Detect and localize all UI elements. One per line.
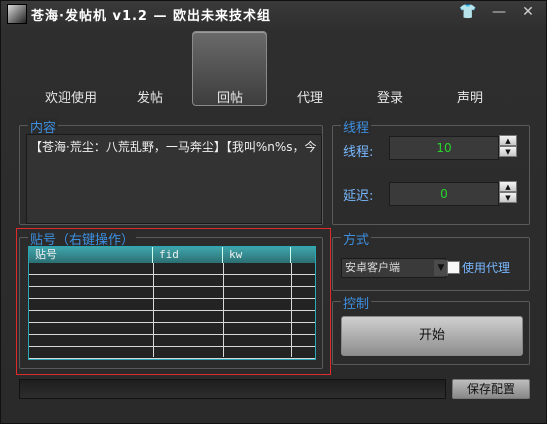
- content-textarea[interactable]: 【苍海·荒尘：八荒乱野，一马奔尘】【我叫%n%s，今: [26, 134, 322, 224]
- table-row[interactable]: [29, 263, 315, 275]
- column-fid[interactable]: fid: [153, 247, 223, 263]
- close-button[interactable]: ✕: [517, 3, 539, 21]
- minimize-button[interactable]: —: [488, 3, 510, 21]
- main-window: 苍海·发帖机 v1.2 — 欧出未来技术组 👕 — ✕ 欢迎使用 发帖 回帖 代…: [0, 0, 547, 424]
- nav-item-welcome[interactable]: 欢迎使用: [45, 87, 97, 106]
- table-row[interactable]: [29, 299, 315, 311]
- thread-count-stepper[interactable]: ▲ ▼: [499, 135, 517, 159]
- thread-up-icon[interactable]: ▲: [499, 135, 517, 146]
- content-group: 内容 【苍海·荒尘：八荒乱野，一马奔尘】【我叫%n%s，今: [19, 117, 323, 225]
- control-group: 控制 开始: [332, 293, 530, 365]
- control-group-label: 控制: [341, 293, 372, 312]
- use-proxy-checkbox[interactable]: [447, 261, 460, 274]
- nav-item-proxy[interactable]: 代理: [297, 87, 323, 106]
- start-button[interactable]: 开始: [341, 316, 523, 356]
- account-table-header: 贴号 fid kw: [29, 247, 315, 263]
- table-row[interactable]: [29, 335, 315, 347]
- table-row[interactable]: [29, 287, 315, 299]
- nav-item-reply[interactable]: 回帖: [217, 87, 243, 106]
- delay-label: 延迟:: [343, 189, 374, 204]
- nav-item-statement[interactable]: 声明: [457, 87, 483, 106]
- mode-group: 方式 安卓客户端 ▼ 使用代理: [332, 229, 530, 291]
- account-table[interactable]: 贴号 fid kw: [28, 246, 316, 360]
- title-bar: 苍海·发帖机 v1.2 — 欧出未来技术组 👕 — ✕: [1, 1, 546, 27]
- save-config-button[interactable]: 保存配置: [452, 379, 530, 399]
- column-divider: [153, 263, 154, 357]
- column-account[interactable]: 贴号: [29, 247, 153, 263]
- use-proxy-label[interactable]: 使用代理: [462, 259, 510, 276]
- skin-icon[interactable]: 👕: [457, 3, 479, 21]
- app-logo-icon: [7, 4, 27, 24]
- chevron-down-icon[interactable]: ▼: [434, 260, 448, 276]
- column-extra[interactable]: [291, 247, 315, 263]
- thread-count-label: 线程:: [343, 145, 374, 160]
- thread-count-input[interactable]: 10: [389, 136, 499, 160]
- thread-group-label: 线程: [341, 117, 372, 136]
- table-row[interactable]: [29, 323, 315, 335]
- table-row[interactable]: [29, 275, 315, 287]
- mode-group-label: 方式: [341, 229, 372, 248]
- table-row[interactable]: [29, 311, 315, 323]
- column-divider: [223, 263, 224, 357]
- window-title: 苍海·发帖机 v1.2 — 欧出未来技术组: [31, 9, 272, 24]
- column-kw[interactable]: kw: [223, 247, 291, 263]
- delay-stepper[interactable]: ▲ ▼: [499, 181, 517, 205]
- delay-up-icon[interactable]: ▲: [499, 181, 517, 192]
- delay-down-icon[interactable]: ▼: [499, 192, 517, 203]
- client-mode-value: 安卓客户端: [345, 261, 400, 274]
- thread-group: 线程 线程: 10 ▲ ▼ 延迟: 0 ▲ ▼: [332, 117, 530, 225]
- column-divider: [291, 263, 292, 357]
- nav-item-login[interactable]: 登录: [377, 87, 403, 106]
- delay-input[interactable]: 0: [389, 182, 499, 206]
- table-row[interactable]: [29, 347, 315, 359]
- client-mode-select[interactable]: 安卓客户端 ▼: [341, 258, 448, 278]
- thread-down-icon[interactable]: ▼: [499, 146, 517, 157]
- nav-item-post[interactable]: 发帖: [137, 87, 163, 106]
- account-group: 贴号（右键操作） 贴号 fid kw: [19, 229, 323, 369]
- progress-bar: [19, 379, 446, 399]
